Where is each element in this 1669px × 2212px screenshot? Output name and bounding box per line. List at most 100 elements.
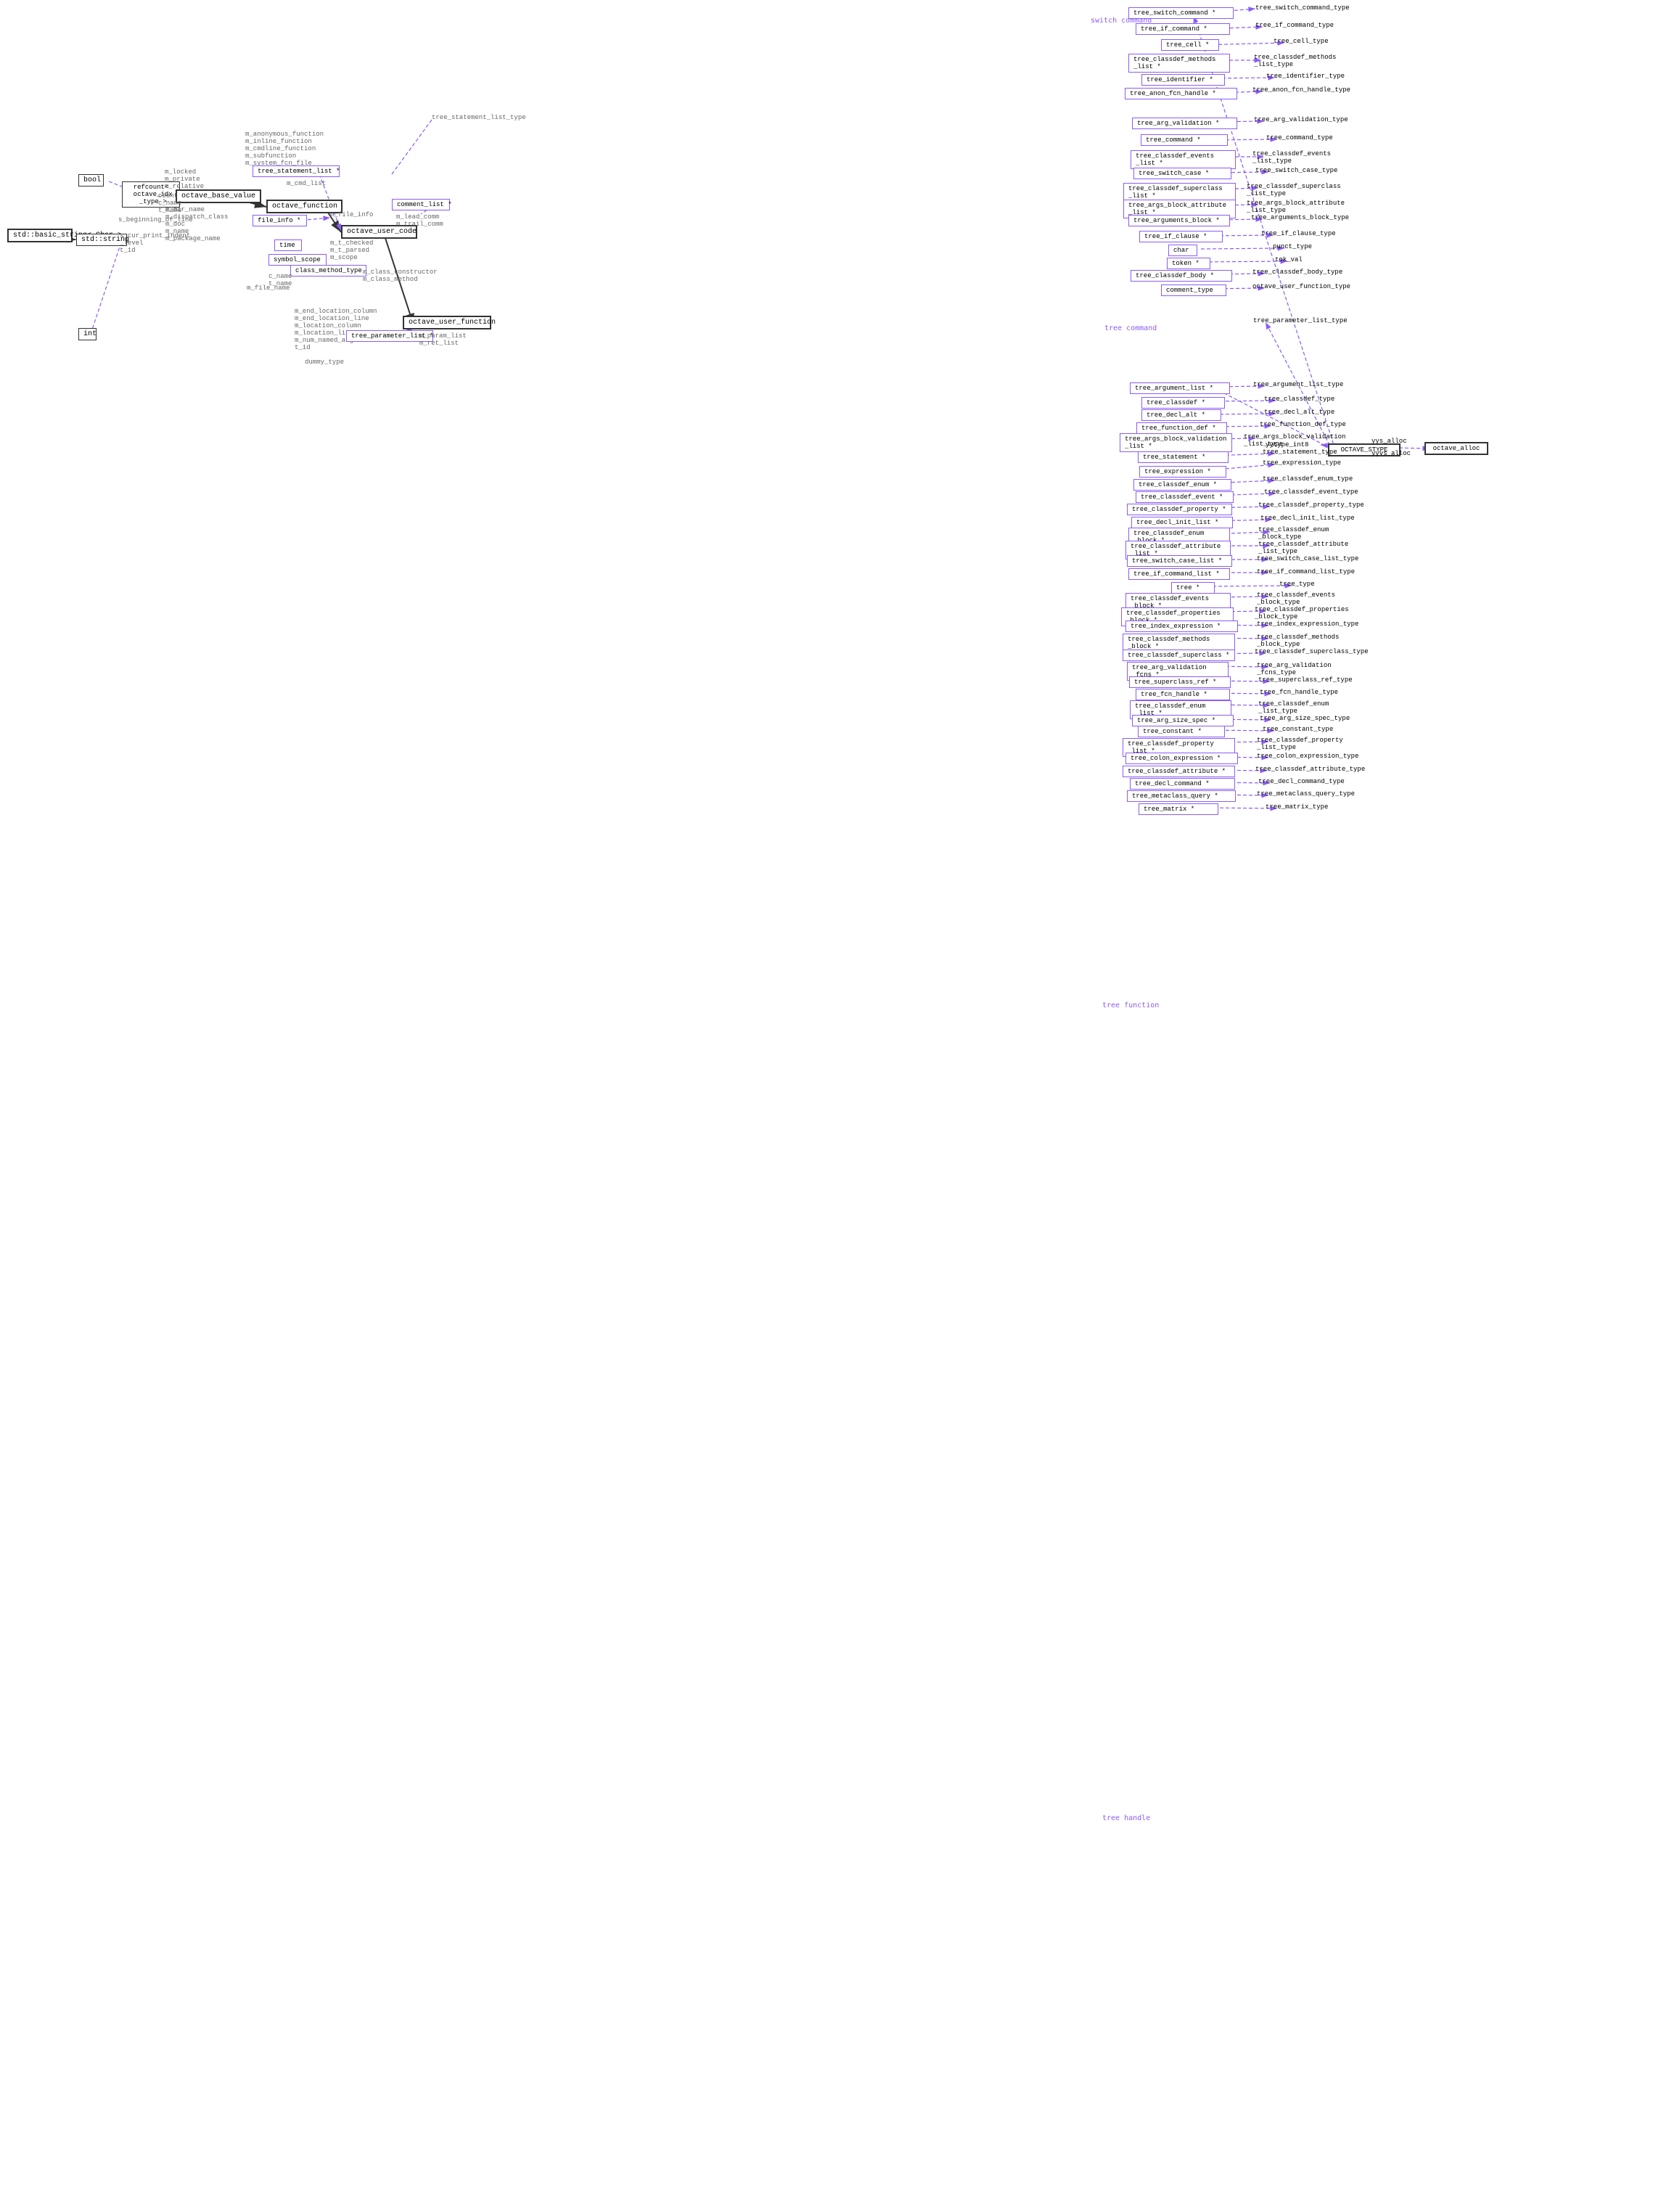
tree-decl-init-list-node: tree_decl_init_list *	[1131, 517, 1233, 528]
int-node: int	[78, 328, 97, 340]
tree-classdef-type-label: tree_classdef_type	[1264, 396, 1334, 403]
s-beginning-of-line-label: s_beginning_of_line	[118, 216, 193, 224]
tree-arg-validation-type-label: tree_arg_validation_type	[1254, 116, 1348, 123]
tok-val-label: tok_val	[1275, 256, 1303, 263]
m-cmd-list-label: m_cmd_list	[287, 180, 326, 187]
tree-expression-node: tree_expression *	[1139, 466, 1226, 478]
tree-classdef-attribute-node: tree_classdef_attribute *	[1123, 766, 1235, 777]
tree-decl-alt-type-label: tree_decl_alt_type	[1264, 409, 1334, 416]
tree-cell-type-label: tree_cell_type	[1274, 38, 1329, 45]
tree-arguments-block-type-label: tree_arguments_block_type	[1251, 214, 1349, 221]
tree-classdef-property-list-type-label: tree_classdef_property_list_type	[1257, 737, 1343, 751]
tree-command-node: tree_command *	[1141, 134, 1228, 146]
m-lead-comm-label: m_lead_commm_trail_comm	[396, 213, 443, 228]
tree-metaclass-query-type-label: tree_metaclass_query_type	[1257, 790, 1355, 798]
tree-statement-type-label: tree_statement_type	[1263, 448, 1337, 456]
m-file-info-label: m_file_info	[330, 211, 373, 218]
m-anonymous-function-label: m_anonymous_functionm_inline_functionm_c…	[245, 131, 324, 167]
tree-type-label: tree_type	[1279, 581, 1315, 588]
class-method-type-node: class_method_type	[290, 265, 366, 276]
tree-classdef-methods-list-node: tree_classdef_methods_list *	[1128, 54, 1230, 73]
tree-colon-expression-type-label: tree_colon_expression_type	[1257, 753, 1358, 760]
tree-classdef-body-type-label: tree_classdef_body_type	[1252, 269, 1342, 276]
tree-if-command-type-label: tree_if_command_type	[1255, 22, 1334, 29]
tree-classdef-events-list-type-label: tree_classdef_events_list_type	[1252, 150, 1331, 165]
tree-statement-list-type-label: tree_statement_list_type	[432, 114, 526, 121]
tree-if-command-node: tree_if_command *	[1136, 23, 1230, 35]
tree-switch-case-type-label: tree_switch_case_type	[1255, 167, 1337, 174]
tree-expression-type-label: tree_expression_type	[1263, 459, 1341, 467]
tree-args-block-attribute-list-type-label: tree_args_block_attribute_list_type	[1247, 200, 1345, 214]
tree-switch-command-type-label: tree_switch_command_type	[1255, 4, 1350, 12]
tree-index-expression-type-label: tree_index_expression_type	[1257, 620, 1358, 628]
s-cur-print-label: s_cur_print_indent_levelt_id	[120, 232, 190, 254]
tree-fcn-handle-type-label: tree_fcn_handle_type	[1260, 689, 1338, 696]
tree-superclass-ref-node: tree_superclass_ref *	[1129, 676, 1231, 688]
c-name-t-name-label: c_namet_name	[268, 273, 292, 287]
bool-node: bool	[78, 174, 104, 187]
m-t-checked-label: m_t_checkedm_t_parsedm_scope	[330, 239, 373, 261]
tree-switch-command-node: tree_switch_command *	[1128, 7, 1234, 19]
dummy-type-label: dummy_type	[305, 359, 344, 366]
tree-colon-expression-node: tree_colon_expression *	[1125, 753, 1238, 764]
tree-handle-label: tree handle	[1102, 1814, 1150, 1822]
m-locked-label: m_lockedm_privatem_relative	[165, 168, 204, 190]
token-node: token *	[1167, 258, 1210, 269]
m-param-list-label: m_param_listm_ret_list	[419, 332, 467, 347]
tree-cell-node: tree_cell *	[1161, 39, 1219, 51]
octave-user-function-node: octave_user_function	[403, 316, 491, 329]
tree-command-type-label: tree_command_type	[1266, 134, 1333, 142]
tree-classdef-superclass-list-type-label: tree_classdef_superclass_list_type	[1247, 183, 1341, 197]
std-basic-string-node: std::basic_string< Char >	[7, 229, 73, 242]
tree-classdef-attribute-list-type-label: tree_classdef_attribute_list_type	[1258, 541, 1348, 555]
tree-classdef-enum-list-type-label: tree_classdef_enum_list_type	[1258, 700, 1329, 715]
tree-matrix-node: tree_matrix *	[1139, 803, 1218, 815]
tree-decl-command-node: tree_decl_command *	[1130, 778, 1235, 790]
time-node: time	[274, 239, 302, 251]
tree-arg-size-spec-node: tree_arg_size_spec *	[1132, 715, 1234, 726]
tree-identifier-type-label: tree_identifier_type	[1266, 73, 1345, 80]
tree-parameter-list-type-label: tree_parameter_list_type	[1253, 317, 1348, 324]
tree-classdef-node: tree_classdef *	[1141, 397, 1225, 409]
yys-alloc-label: yys_alloc	[1371, 438, 1407, 445]
tree-statement-list-node: tree_statement_list *	[253, 165, 340, 177]
tree-decl-init-list-type-label: tree_decl_init_list_type	[1260, 515, 1355, 522]
tree-identifier-node: tree_identifier *	[1141, 74, 1225, 86]
tree-constant-type-label: tree_constant_type	[1263, 726, 1333, 733]
tree-if-clause-node: tree_if_clause *	[1139, 231, 1223, 242]
tree-function-def-type-label: tree_function_def_type	[1260, 421, 1346, 428]
tree-anon-fcn-handle-type-label: tree_anon_fcn_handle_type	[1252, 86, 1350, 94]
tree-classdef-events-list-node: tree_classdef_events_list *	[1131, 150, 1236, 169]
tree-classdef-property-type-label: tree_classdef_property_type	[1258, 501, 1364, 509]
tree-node: tree *	[1171, 582, 1215, 594]
octave-base-value-node: octave_base_value	[176, 189, 261, 203]
tree-matrix-type-label: tree_matrix_type	[1266, 803, 1328, 811]
tree-argument-list-node: tree_argument_list *	[1130, 382, 1230, 394]
tree-arg-validation-node: tree_arg_validation *	[1132, 118, 1237, 129]
tree-if-clause-type-label: tree_if_clause_type	[1261, 230, 1336, 237]
symbol-scope-node: symbol_scope	[268, 254, 327, 266]
tree-classdef-methods-list-type-label: tree_classdef_methods_list_type	[1254, 54, 1336, 68]
tree-classdef-attribute-type-label: tree_classdef_attribute_type	[1255, 766, 1365, 773]
tree-anon-fcn-handle-node: tree_anon_fcn_handle *	[1125, 88, 1237, 99]
tree-args-block-validation-list-node: tree_args_block_validation_list *	[1120, 433, 1232, 452]
tree-arguments-block-node: tree_arguments_block *	[1128, 215, 1230, 226]
tree-if-command-list-node: tree_if_command_list *	[1128, 568, 1230, 580]
octave-alloc-node: octave_alloc	[1424, 442, 1488, 455]
comment-type-node: comment_type	[1161, 284, 1226, 296]
tree-classdef-enum-type-label: tree_classdef_enum_type	[1263, 475, 1353, 483]
tree-arg-validation-fcns-type-label: tree_arg_validation_fcns_type	[1257, 662, 1332, 676]
tree-switch-case-list-node: tree_switch_case_list *	[1127, 555, 1232, 567]
file-info-node: file_info *	[253, 215, 307, 226]
tree-statement-node: tree_statement *	[1138, 451, 1229, 463]
yyvs-alloc-label: yyvs_alloc	[1371, 450, 1411, 457]
tree-metaclass-query-node: tree_metaclass_query *	[1127, 790, 1236, 802]
tree-function-label: tree function	[1102, 1001, 1159, 1009]
char-node: char	[1168, 245, 1197, 256]
tree-superclass-ref-type-label: tree_superclass_ref_type	[1258, 676, 1353, 684]
tree-command-label: tree command	[1104, 324, 1157, 332]
tree-constant-node: tree_constant *	[1138, 726, 1225, 737]
comment-list-node: comment_list *	[392, 199, 450, 210]
tree-function-def-node: tree_function_def *	[1136, 422, 1227, 434]
tree-argument-list-type-label: tree_argument_list_type	[1253, 381, 1343, 388]
